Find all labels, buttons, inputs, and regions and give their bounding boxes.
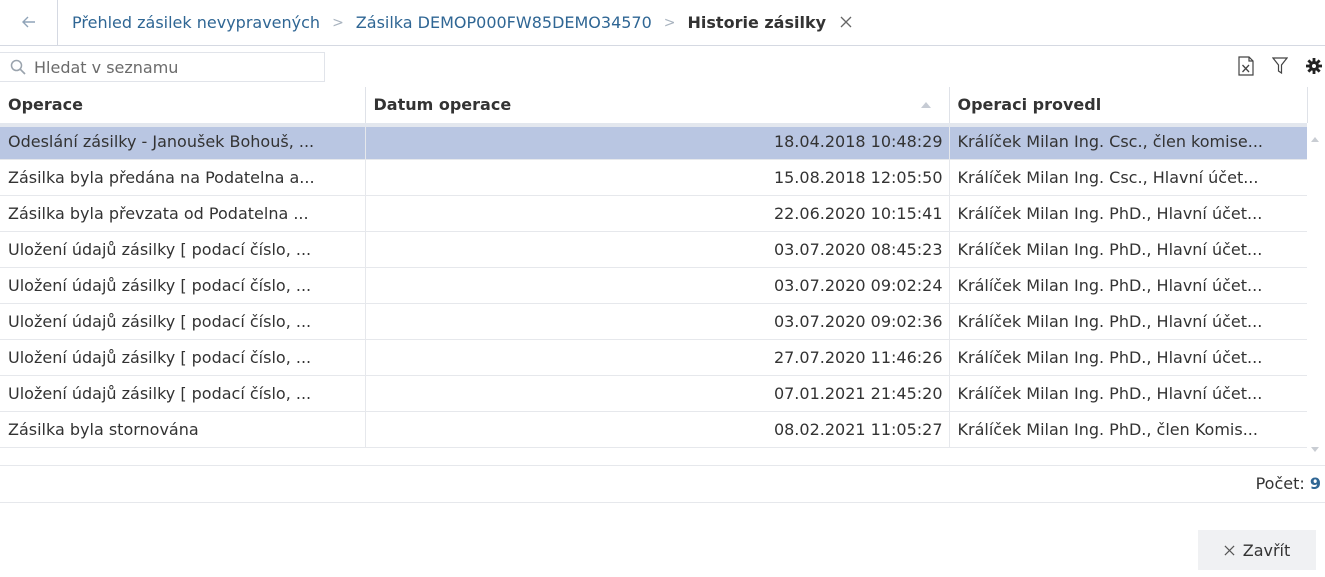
filter-icon[interactable] xyxy=(1269,55,1291,77)
breadcrumb-item-shipment[interactable]: Zásilka DEMOP000FW85DEMO34570 xyxy=(356,13,652,32)
breadcrumb: Přehled zásilek nevypravených > Zásilka … xyxy=(0,0,1325,46)
cell-operation: Zásilka byla předána na Podatelna a... xyxy=(0,159,366,196)
close-button-label: Zavřít xyxy=(1242,540,1291,560)
vertical-scrollbar[interactable] xyxy=(1307,123,1325,459)
table-row[interactable]: Uložení údajů zásilky [ podací číslo, ..… xyxy=(0,231,1308,268)
cell-operation: Zásilka byla převzata od Podatelna ... xyxy=(0,195,366,232)
cell-operation: Uložení údajů zásilky [ podací číslo, ..… xyxy=(0,267,366,304)
cell-performed-by: Králíček Milan Ing. PhD., Hlavní účet... xyxy=(949,231,1308,268)
cell-date: 03.07.2020 09:02:24 xyxy=(365,267,950,304)
cell-operation: Uložení údajů zásilky [ podací číslo, ..… xyxy=(0,303,366,340)
cell-performed-by: Králíček Milan Ing. PhD., Hlavní účet... xyxy=(949,375,1308,412)
cell-date: 08.02.2021 11:05:27 xyxy=(365,411,950,448)
breadcrumb-separator: > xyxy=(663,14,676,31)
cell-operation: Odeslání zásilky - Janoušek Bohouš, ... xyxy=(0,123,366,160)
table-row[interactable]: Zásilka byla předána na Podatelna a... 15… xyxy=(0,159,1308,196)
close-icon xyxy=(840,16,852,28)
table-row[interactable]: Uložení údajů zásilky [ podací číslo, ..… xyxy=(0,339,1308,376)
table-row[interactable]: Zásilka byla převzata od Podatelna ... 22… xyxy=(0,195,1308,232)
breadcrumb-separator: > xyxy=(332,14,344,31)
cell-operation: Uložení údajů zásilky [ podací číslo, ..… xyxy=(0,375,366,412)
search-icon xyxy=(10,59,26,75)
excel-export-icon[interactable] xyxy=(1235,55,1257,77)
table-row[interactable]: Odeslání zásilky - Janoušek Bohouš, ... 1… xyxy=(0,123,1308,160)
cell-performed-by: Králíček Milan Ing. PhD., Hlavní účet... xyxy=(949,267,1308,304)
table-row[interactable]: Uložení údajů zásilky [ podací číslo, ..… xyxy=(0,267,1308,304)
cell-date: 15.08.2018 12:05:50 xyxy=(365,159,950,196)
cell-performed-by: Králíček Milan Ing. Csc., člen komise... xyxy=(949,123,1308,160)
cell-date: 03.07.2020 09:02:36 xyxy=(365,303,950,340)
table-row[interactable]: Zásilka byla stornována 08.02.2021 11:05:… xyxy=(0,411,1308,448)
table-row[interactable]: Uložení údajů zásilky [ podací číslo, ..… xyxy=(0,303,1308,340)
column-header-date[interactable]: Datum operace xyxy=(365,87,950,124)
history-grid: Operace Datum operace Operaci provedl Od… xyxy=(0,87,1325,448)
search-box[interactable] xyxy=(0,52,325,82)
cell-performed-by: Králíček Milan Ing. PhD., Hlavní účet... xyxy=(949,195,1308,232)
record-count: Počet: 9 xyxy=(1256,474,1321,493)
gear-icon[interactable] xyxy=(1303,55,1325,77)
cell-performed-by: Králíček Milan Ing. PhD., Hlavní účet... xyxy=(949,339,1308,376)
column-header-operation[interactable]: Operace xyxy=(0,87,366,124)
search-input[interactable] xyxy=(34,57,304,77)
column-header-date-label: Datum operace xyxy=(373,95,512,115)
cell-performed-by: Králíček Milan Ing. Csc., Hlavní účet... xyxy=(949,159,1308,196)
page-title: Historie zásilky xyxy=(687,13,827,32)
cell-operation: Zásilka byla stornována xyxy=(0,411,366,448)
cell-date: 18.04.2018 10:48:29 xyxy=(365,123,950,160)
arrow-left-icon xyxy=(21,12,36,33)
cell-performed-by: Králíček Milan Ing. PhD., Hlavní účet... xyxy=(949,303,1308,340)
toolbar xyxy=(0,47,1325,87)
breadcrumb-item-list[interactable]: Přehled zásilek nevypravených xyxy=(72,13,320,32)
close-button[interactable]: Zavřít xyxy=(1198,530,1316,570)
scroll-up-icon[interactable] xyxy=(1311,137,1319,142)
table-row[interactable]: Uložení údajů zásilky [ podací číslo, ..… xyxy=(0,375,1308,412)
cell-date: 03.07.2020 08:45:23 xyxy=(365,231,950,268)
sort-ascending-icon xyxy=(920,102,931,108)
count-value: 9 xyxy=(1309,474,1321,493)
header-divider xyxy=(0,123,1307,127)
divider xyxy=(0,465,1325,466)
count-label: Počet: xyxy=(1255,474,1305,493)
cell-date: 22.06.2020 10:15:41 xyxy=(365,195,950,232)
column-header-performed-by[interactable]: Operaci provedl xyxy=(949,87,1308,124)
cell-date: 27.07.2020 11:46:26 xyxy=(365,339,950,376)
divider xyxy=(0,502,1325,503)
cell-operation: Uložení údajů zásilky [ podací číslo, ..… xyxy=(0,339,366,376)
scroll-down-icon[interactable] xyxy=(1311,447,1319,452)
cell-date: 07.01.2021 21:45:20 xyxy=(365,375,950,412)
cell-performed-by: Králíček Milan Ing. PhD., člen Komis... xyxy=(949,411,1308,448)
back-button[interactable] xyxy=(0,0,58,46)
close-icon xyxy=(1224,544,1235,556)
cell-operation: Uložení údajů zásilky [ podací číslo, ..… xyxy=(0,231,366,268)
close-tab-button[interactable] xyxy=(840,12,852,33)
